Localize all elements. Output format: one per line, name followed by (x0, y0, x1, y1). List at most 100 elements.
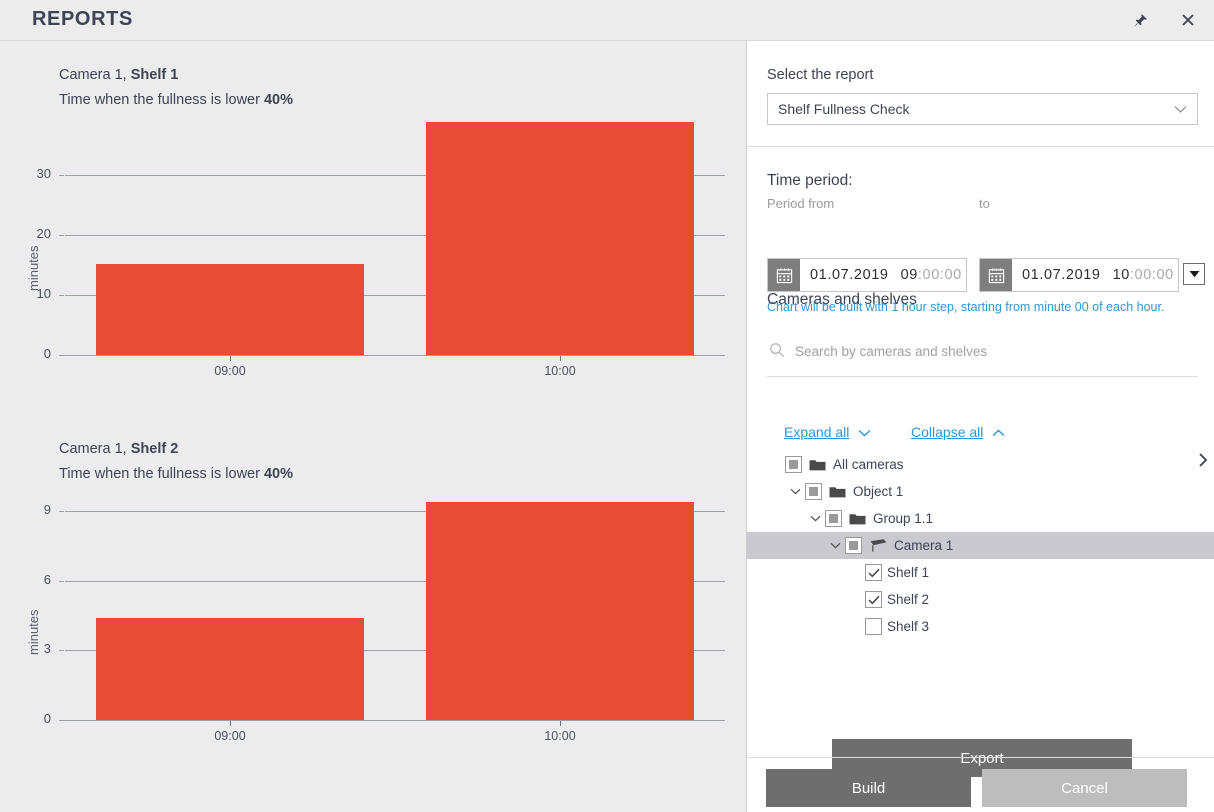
chevron-down-icon[interactable] (825, 536, 845, 556)
select-report-label: Select the report (767, 67, 874, 83)
folder-icon (827, 485, 847, 499)
x-tick-mark (560, 356, 561, 361)
period-from-value: 01.07.2019 09:00:00 (800, 259, 962, 291)
expand-all-link[interactable]: Expand all (784, 424, 871, 440)
period-to-value: 01.07.2019 10:00:00 (1012, 259, 1174, 291)
x-tick-mark (230, 356, 231, 361)
checkbox-partial[interactable] (805, 483, 822, 500)
period-from-field[interactable]: 01.07.2019 09:00:00 (767, 258, 967, 292)
y-tick-mark (59, 650, 64, 652)
period-to-field[interactable]: 01.07.2019 10:00:00 (979, 258, 1179, 292)
tree-item-label: Shelf 3 (887, 619, 930, 634)
chevron-down-icon[interactable] (785, 482, 805, 502)
tree-item-shelf-1[interactable]: Shelf 1 (747, 559, 1214, 586)
chart-1-plot: minutes 0 10 20 30 09:00 10:00 (0, 41, 746, 441)
cameras-and-shelves-label: Cameras and shelves (767, 291, 917, 308)
y-tick-label: 9 (43, 501, 51, 517)
y-tick-mark (59, 510, 64, 512)
y-tick-label: 6 (43, 571, 51, 587)
pin-icon[interactable] (1126, 6, 1154, 34)
tree-item-all-cameras[interactable]: All cameras (747, 451, 1214, 478)
build-button[interactable]: Build (766, 769, 971, 807)
period-to-hour: 10 (1112, 267, 1130, 283)
checkbox-unchecked[interactable] (865, 618, 882, 635)
tree-item-camera-1[interactable]: Camera 1 (747, 532, 1214, 559)
period-preset-dropdown-button[interactable] (1183, 263, 1205, 285)
y-tick-label: 0 (43, 346, 51, 361)
period-from-date: 01.07.2019 (810, 267, 889, 283)
x-tick-label: 10:00 (544, 364, 576, 378)
folder-icon (807, 458, 827, 472)
footer-divider (746, 757, 1214, 758)
tree-item-object-1[interactable]: Object 1 (747, 478, 1214, 505)
tree-item-shelf-3[interactable]: Shelf 3 (747, 613, 1214, 640)
search-icon (767, 340, 787, 360)
chart-shelf-2: Camera 1, Shelf 2 Time when the fullness… (0, 415, 746, 812)
x-tick-mark (560, 721, 561, 726)
checkbox-partial[interactable] (785, 456, 802, 473)
expand-all-label: Expand all (784, 424, 850, 440)
tree-item-label: Object 1 (853, 484, 904, 499)
time-period-label: Time period: (767, 172, 853, 189)
chevron-down-icon (858, 424, 871, 440)
cameras-tree: All cameras Object 1 Group 1.1 Camera 1 Shel… (747, 451, 1214, 640)
tree-item-label: Group 1.1 (873, 511, 934, 526)
search-input[interactable]: Search by cameras and shelves (795, 344, 987, 359)
period-from-minsec: :00:00 (917, 267, 962, 283)
y-tick-mark (59, 175, 64, 176)
bar (96, 617, 364, 720)
bar (426, 122, 694, 355)
calendar-icon (980, 259, 1012, 291)
search-row[interactable]: Search by cameras and shelves (767, 337, 1198, 365)
tree-item-group-1-1[interactable]: Group 1.1 (747, 505, 1214, 532)
x-axis-line (59, 355, 725, 356)
checkbox-checked[interactable] (865, 591, 882, 608)
calendar-icon (768, 259, 800, 291)
chevron-down-icon[interactable] (805, 509, 825, 529)
chart-1-y-axis-label: minutes (26, 245, 41, 291)
charts-area: Camera 1, Shelf 1 Time when the fullness… (0, 41, 746, 812)
chart-shelf-1: Camera 1, Shelf 1 Time when the fullness… (0, 41, 746, 441)
period-to-label: to (979, 196, 990, 211)
panel-divider-2 (767, 376, 1198, 377)
panel-divider-1 (747, 146, 1214, 147)
bar (96, 263, 364, 355)
collapse-all-link[interactable]: Collapse all (911, 424, 1005, 440)
tree-item-shelf-2[interactable]: Shelf 2 (747, 586, 1214, 613)
report-select[interactable]: Shelf Fullness Check (767, 93, 1198, 125)
y-tick-label: 0 (43, 711, 51, 726)
chevron-right-icon[interactable] (1195, 450, 1211, 470)
period-from-label: Period from (767, 196, 835, 211)
bar (426, 501, 694, 720)
chevron-up-icon (992, 424, 1005, 440)
cancel-button[interactable]: Cancel (982, 769, 1187, 807)
checkbox-partial[interactable] (845, 537, 862, 554)
reports-window: REPORTS Camera 1, Shelf 1 Time when the … (0, 0, 1214, 812)
collapse-all-label: Collapse all (911, 424, 984, 440)
y-tick-label: 20 (36, 226, 51, 241)
y-tick-mark (59, 235, 64, 236)
page-title: REPORTS (32, 8, 133, 30)
x-axis-line (59, 720, 725, 721)
y-tick-label: 10 (36, 286, 51, 301)
tree-item-label: Camera 1 (894, 538, 954, 553)
checkbox-partial[interactable] (825, 510, 842, 527)
close-icon[interactable] (1174, 6, 1202, 34)
period-to-minsec: :00:00 (1129, 267, 1174, 283)
x-tick-label: 09:00 (214, 364, 246, 378)
folder-icon (847, 512, 867, 526)
period-from-hour: 09 (900, 267, 918, 283)
y-tick-mark (59, 295, 64, 296)
y-tick-mark (59, 580, 64, 582)
report-select-value: Shelf Fullness Check (778, 101, 910, 117)
reports-side-panel: Select the report Shelf Fullness Check T… (746, 41, 1214, 812)
tree-item-label: Shelf 2 (887, 592, 930, 607)
triangle-down-icon (1189, 271, 1199, 278)
y-tick-label: 30 (36, 166, 51, 181)
x-tick-label: 10:00 (544, 729, 576, 743)
checkbox-checked[interactable] (865, 564, 882, 581)
